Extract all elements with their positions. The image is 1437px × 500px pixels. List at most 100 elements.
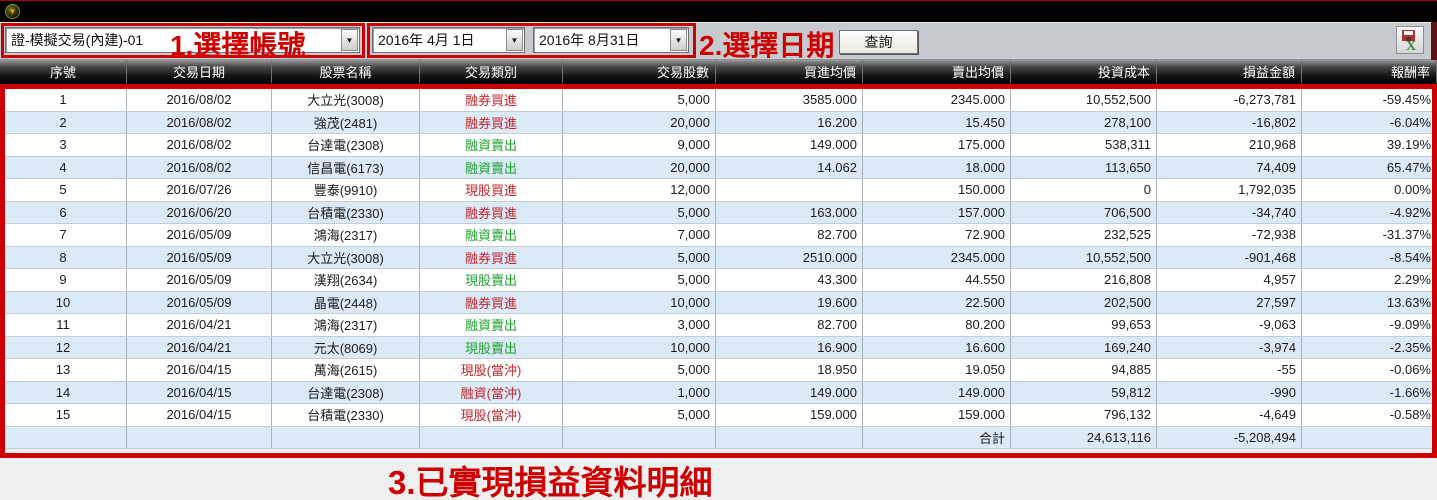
cell-pl: -4,649 (1157, 404, 1302, 426)
cell-pl: -9,063 (1157, 314, 1302, 336)
cell-stock-name: 晶電(2448) (272, 292, 420, 314)
svg-text:X: X (1406, 39, 1416, 51)
cell-pl: -901,468 (1157, 247, 1302, 269)
cell-buy-avg: 163.000 (716, 202, 863, 224)
cell-quantity: 5,000 (563, 89, 716, 111)
cell-trade-date: 2016/08/02 (127, 134, 272, 156)
chevron-down-icon: ▼ (9, 8, 17, 16)
cell-sell-avg: 19.050 (863, 359, 1011, 381)
table-row[interactable]: 112016/04/21鴻海(2317)融資賣出3,00082.70080.20… (0, 314, 1437, 337)
date-to-value: 2016年 8月31日 (534, 30, 669, 50)
annotation-select-date: 2.選擇日期 (699, 24, 834, 64)
cell-trade-date: 2016/07/26 (127, 179, 272, 201)
table-total-row: 合計24,613,116-5,208,494 (0, 427, 1437, 450)
account-dropdown-arrow-icon[interactable]: ▼ (341, 29, 358, 51)
cell-roi: -31.37% (1302, 224, 1437, 246)
cell-pl: -6,273,781 (1157, 89, 1302, 111)
tab-label: 歷史成交查詢 (20, 3, 52, 22)
cell-pl: -55 (1157, 359, 1302, 381)
cell-cost: 94,885 (1011, 359, 1157, 381)
cell-pl: 27,597 (1157, 292, 1302, 314)
column-header-cost[interactable]: 投資成本 (1011, 60, 1157, 83)
table-row[interactable]: 102016/05/09晶電(2448)融券買進10,00019.60022.5… (0, 292, 1437, 315)
total-empty-cell (0, 427, 127, 449)
excel-export-icon: X (1399, 29, 1421, 51)
cell-trade-type: 融資賣出 (420, 134, 563, 156)
cell-buy-avg: 82.700 (716, 224, 863, 246)
cell-serial: 9 (0, 269, 127, 291)
export-excel-button[interactable]: X (1396, 26, 1424, 54)
date-from-dropdown-arrow-icon[interactable]: ▼ (506, 29, 523, 51)
tab-bar: ▼ 歷史委託查詢歷史成交查詢對帳單未實現損益已實現損益績效 (0, 0, 1437, 22)
table-row[interactable]: 132016/04/15萬海(2615)現股(當沖)5,00018.95019.… (0, 359, 1437, 382)
cell-sell-avg: 157.000 (863, 202, 1011, 224)
cell-buy-avg: 16.200 (716, 112, 863, 134)
cell-quantity: 5,000 (563, 202, 716, 224)
date-to-select[interactable]: 2016年 8月31日 ▼ (533, 27, 689, 53)
tab-menu-button[interactable]: ▼ (5, 4, 20, 19)
cell-buy-avg: 82.700 (716, 314, 863, 336)
cell-pl: -3,974 (1157, 337, 1302, 359)
cell-trade-type: 融資賣出 (420, 157, 563, 179)
date-to-dropdown-arrow-icon[interactable]: ▼ (670, 29, 687, 51)
date-from-select[interactable]: 2016年 4月 1日 ▼ (372, 27, 525, 53)
table-row[interactable]: 12016/08/02大立光(3008)融券買進5,0003585.000234… (0, 89, 1437, 112)
cell-trade-date: 2016/05/09 (127, 292, 272, 314)
cell-roi: -0.58% (1302, 404, 1437, 426)
cell-roi: -2.35% (1302, 337, 1437, 359)
column-header-pl[interactable]: 損益金額 (1157, 60, 1302, 83)
cell-trade-date: 2016/05/09 (127, 247, 272, 269)
cell-pl: -34,740 (1157, 202, 1302, 224)
total-empty-cell (563, 427, 716, 449)
cell-buy-avg: 43.300 (716, 269, 863, 291)
annotation-select-account: 1.選擇帳號 (170, 24, 305, 64)
cell-stock-name: 台達電(2308) (272, 382, 420, 404)
table-row[interactable]: 142016/04/15台達電(2308)融資(當沖)1,000149.0001… (0, 382, 1437, 405)
annotation-realized-pl-detail: 3.已實現損益資料明細 (388, 456, 713, 500)
cell-serial: 6 (0, 202, 127, 224)
table-row[interactable]: 42016/08/02信昌電(6173)融資賣出20,00014.06218.0… (0, 157, 1437, 180)
column-header-roi[interactable]: 報酬率 (1302, 60, 1437, 83)
table-row[interactable]: 72016/05/09鴻海(2317)融資賣出7,00082.70072.900… (0, 224, 1437, 247)
table-row[interactable]: 152016/04/15台積電(2330)現股(當沖)5,000159.0001… (0, 404, 1437, 427)
cell-roi: -0.06% (1302, 359, 1437, 381)
cell-trade-date: 2016/05/09 (127, 269, 272, 291)
cell-sell-avg: 15.450 (863, 112, 1011, 134)
cell-cost: 10,552,500 (1011, 89, 1157, 111)
cell-quantity: 7,000 (563, 224, 716, 246)
column-header-serial[interactable]: 序號 (0, 60, 127, 83)
cell-cost: 113,650 (1011, 157, 1157, 179)
cell-sell-avg: 16.600 (863, 337, 1011, 359)
table-row[interactable]: 32016/08/02台達電(2308)融資賣出9,000149.000175.… (0, 134, 1437, 157)
cell-roi: 0.00% (1302, 179, 1437, 201)
table-row[interactable]: 52016/07/26豐泰(9910)現股買進12,000150.00001,7… (0, 179, 1437, 202)
cell-serial: 2 (0, 112, 127, 134)
total-empty-cell (716, 427, 863, 449)
table-row[interactable]: 62016/06/20台積電(2330)融券買進5,000163.000157.… (0, 202, 1437, 225)
cell-stock-name: 大立光(3008) (272, 247, 420, 269)
cell-sell-avg: 22.500 (863, 292, 1011, 314)
column-header-quantity[interactable]: 交易股數 (563, 60, 716, 83)
table-row[interactable]: 92016/05/09漢翔(2634)現股賣出5,00043.30044.550… (0, 269, 1437, 292)
column-header-sell-avg[interactable]: 賣出均價 (863, 60, 1011, 83)
cell-trade-type: 融券買進 (420, 202, 563, 224)
column-header-trade-type[interactable]: 交易類別 (420, 60, 563, 83)
cell-trade-type: 現股(當沖) (420, 404, 563, 426)
cell-buy-avg: 149.000 (716, 134, 863, 156)
cell-sell-avg: 2345.000 (863, 89, 1011, 111)
table-row[interactable]: 82016/05/09大立光(3008)融券買進5,0002510.000234… (0, 247, 1437, 270)
cell-cost: 278,100 (1011, 112, 1157, 134)
cell-quantity: 3,000 (563, 314, 716, 336)
cell-trade-date: 2016/04/21 (127, 337, 272, 359)
table-row[interactable]: 122016/04/21元太(8069)現股賣出10,00016.90016.6… (0, 337, 1437, 360)
cell-serial: 11 (0, 314, 127, 336)
cell-stock-name: 鴻海(2317) (272, 224, 420, 246)
table-row[interactable]: 22016/08/02強茂(2481)融券買進20,00016.20015.45… (0, 112, 1437, 135)
cell-cost: 796,132 (1011, 404, 1157, 426)
cell-quantity: 20,000 (563, 112, 716, 134)
cell-serial: 8 (0, 247, 127, 269)
query-button[interactable]: 查詢 (839, 30, 918, 54)
cell-trade-date: 2016/08/02 (127, 89, 272, 111)
cell-trade-type: 融資賣出 (420, 314, 563, 336)
cell-serial: 5 (0, 179, 127, 201)
